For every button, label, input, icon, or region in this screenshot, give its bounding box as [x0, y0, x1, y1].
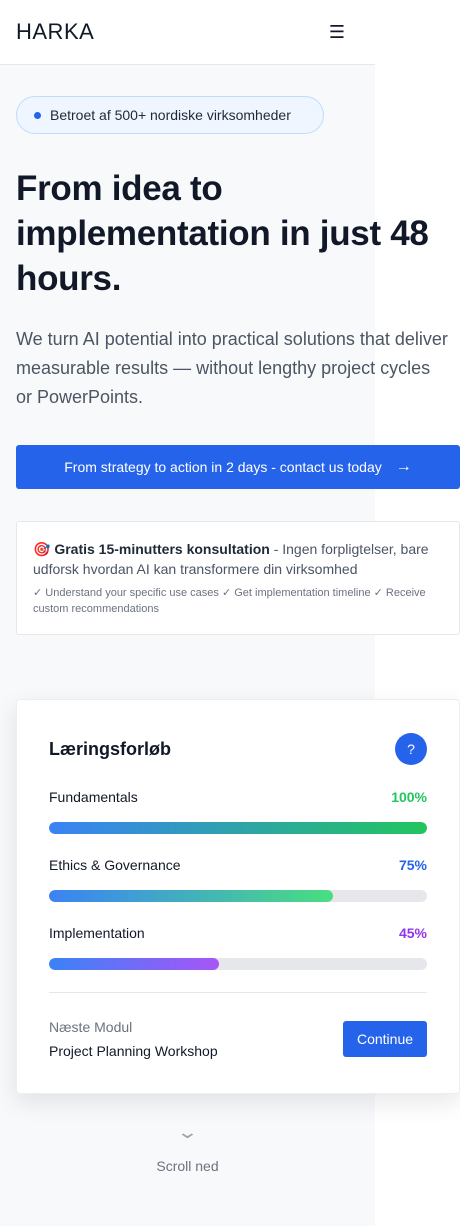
top-header: HARKA ☰: [0, 0, 375, 65]
consultation-box: 🎯 Gratis 15-minutters konsultation - Ing…: [16, 521, 460, 635]
progress-track: [49, 890, 427, 902]
consultation-checklist: ✓ Understand your specific use cases ✓ G…: [33, 587, 426, 615]
progress-label: Implementation: [49, 925, 145, 941]
chevron-down-icon: ⌄: [176, 1122, 199, 1142]
consultation-text: 🎯 Gratis 15-minutters konsultation - Ing…: [33, 539, 443, 579]
progress-item: Implementation 45%: [49, 925, 427, 970]
progress-track: [49, 958, 427, 970]
hero-subtitle: We turn AI potential into practical solu…: [16, 329, 448, 407]
help-icon[interactable]: ?: [395, 733, 427, 765]
progress-fill: [49, 822, 427, 834]
next-module-label: Næste Modul: [49, 1019, 133, 1035]
progress-value: 75%: [398, 857, 427, 873]
badge-text: Betroet af 500+ nordiske virksomheder: [50, 107, 291, 123]
next-module-name: Project Planning Workshop: [49, 1043, 218, 1059]
progress-item: Fundamentals 100%: [49, 789, 427, 834]
card-header: Læringsforløb ?: [49, 733, 427, 765]
cta-label: From strategy to action in 2 days - cont…: [64, 459, 382, 475]
target-icon: 🎯: [33, 541, 51, 557]
progress-fill: [49, 958, 220, 970]
badge-dot-icon: [34, 111, 41, 119]
logo[interactable]: HARKA: [16, 19, 94, 45]
card-divider: [49, 992, 427, 993]
consultation-title: Gratis 15-minutters konsultation: [54, 541, 270, 557]
progress-track: [49, 822, 427, 834]
progress-label: Ethics & Governance: [49, 857, 181, 873]
continue-button[interactable]: Continue: [343, 1021, 427, 1057]
progress-fill: [49, 890, 333, 902]
progress-label: Fundamentals: [49, 789, 138, 805]
scroll-label: Scroll ned: [156, 1158, 219, 1174]
arrow-right-icon: →: [395, 458, 412, 475]
contact-cta-button[interactable]: From strategy to action in 2 days - cont…: [16, 445, 460, 489]
progress-value: 45%: [398, 925, 427, 941]
scroll-indicator[interactable]: ⌄ Scroll ned: [0, 1121, 375, 1174]
card-title: Læringsforløb: [49, 738, 171, 759]
trust-badge: Betroet af 500+ nordiske virksomheder: [16, 96, 324, 134]
progress-value: 100%: [391, 789, 427, 805]
learning-progress-card: Læringsforløb ? Fundamentals 100% Ethics…: [16, 699, 460, 1094]
hamburger-menu-icon[interactable]: ☰: [329, 23, 345, 41]
hero-title: From idea to implementation in just 48 h…: [16, 169, 429, 298]
progress-item: Ethics & Governance 75%: [49, 857, 427, 902]
